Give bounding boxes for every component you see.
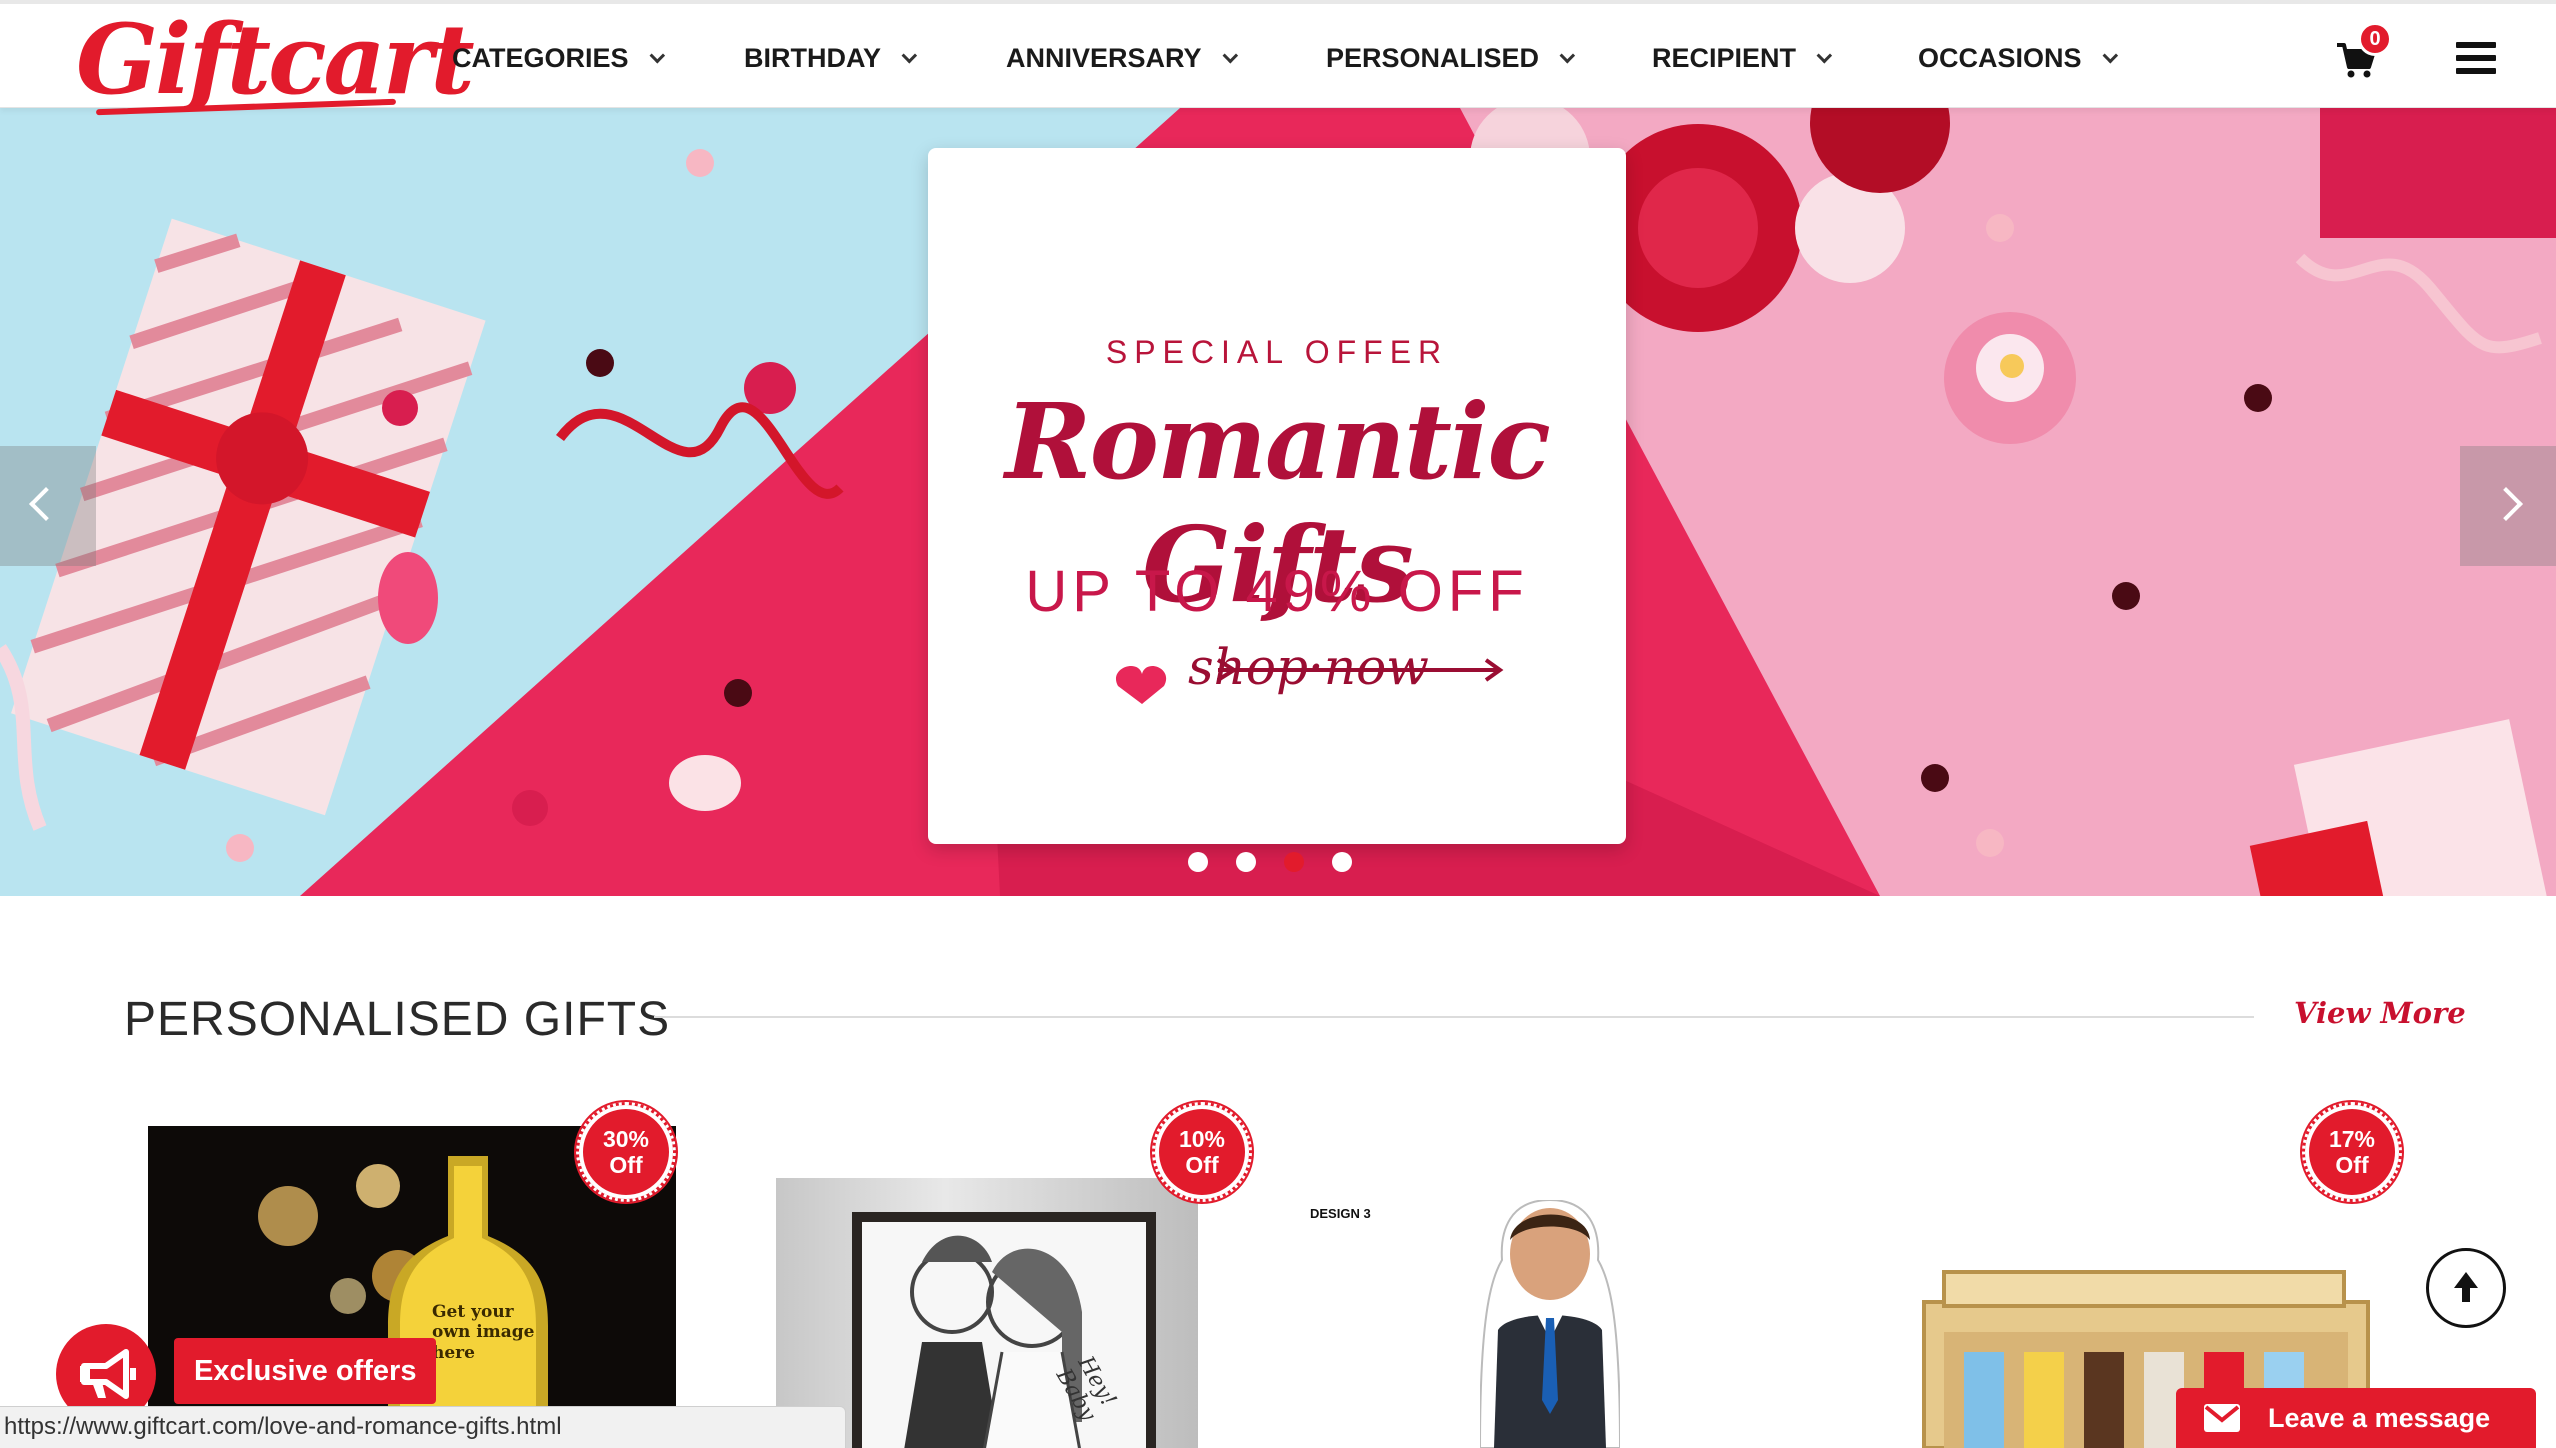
view-more-link[interactable]: View More	[2294, 996, 2466, 1030]
slider-pagination	[1188, 852, 1352, 872]
discount-badge: 30% Off	[574, 1100, 678, 1204]
leave-a-message-button[interactable]: Leave a message	[2176, 1388, 2536, 1448]
sketch-image: Hey! Baby	[862, 1222, 1146, 1448]
chevron-down-icon	[2102, 47, 2118, 63]
nav-label: OCCASIONS	[1918, 42, 2082, 73]
special-offer-card[interactable]: SPECIAL OFFER Romantic Gifts UP TO 49% O…	[928, 148, 1626, 844]
chevron-down-icon	[1559, 47, 1576, 63]
leave-a-message-label: Leave a message	[2268, 1403, 2491, 1433]
nav-anniversary[interactable]: ANNIVERSARY	[1006, 4, 1238, 112]
arrow-up-icon	[2454, 1272, 2478, 1302]
section-title: PERSONALISED GIFTS	[124, 993, 671, 1046]
browser-status-url: https://www.giftcart.com/love-and-romanc…	[0, 1406, 846, 1448]
nav-label: BIRTHDAY	[744, 42, 882, 73]
shop-now-link[interactable]: shop·now	[1108, 628, 1508, 708]
exclusive-offers-label[interactable]: Exclusive offers	[174, 1338, 437, 1404]
nav-recipient[interactable]: RECIPIENT	[1652, 4, 1833, 112]
shop-now-label: shop·now	[1188, 638, 1429, 696]
discount-percent: 30%	[602, 1125, 650, 1152]
discount-off-label: Off	[1185, 1152, 1219, 1178]
chevron-down-icon	[649, 47, 665, 63]
chevron-down-icon	[901, 47, 918, 63]
slider-next-button[interactable]	[2460, 446, 2556, 566]
nav-label: CATEGORIES	[452, 42, 629, 73]
envelope-icon	[2204, 1404, 2240, 1432]
slider-dot-2[interactable]	[1236, 852, 1256, 872]
photo-frame: Hey! Baby	[852, 1212, 1156, 1448]
nav-occasions[interactable]: OCCASIONS	[1918, 4, 2118, 112]
slider-dot-3[interactable]	[1284, 852, 1304, 872]
nav-birthday[interactable]: BIRTHDAY	[744, 4, 918, 112]
section-divider	[654, 1016, 2254, 1018]
chevron-down-icon	[1222, 47, 1238, 63]
design-label: DESIGN 3	[1310, 1206, 1371, 1221]
discount-off-label: Off	[609, 1152, 643, 1178]
chevron-left-icon	[29, 487, 63, 521]
nav-categories[interactable]: CATEGORIES	[452, 4, 665, 112]
nav-personalised[interactable]: PERSONALISED	[1326, 4, 1576, 112]
discount-percent: 10%	[1178, 1125, 1226, 1152]
nav-label: ANNIVERSARY	[1006, 42, 1202, 73]
giftcart-logo[interactable]: Giftcart	[76, 12, 475, 108]
product-image-caption: Get your own image here	[432, 1302, 535, 1363]
chevron-down-icon	[1816, 47, 1833, 63]
hamburger-menu-icon[interactable]	[2456, 42, 2496, 74]
cart-count-badge: 0	[2358, 22, 2392, 56]
discount-badge: 10% Off	[1150, 1100, 1254, 1204]
hero-banner[interactable]: SPECIAL OFFER Romantic Gifts UP TO 49% O…	[0, 108, 2556, 896]
nav-label: PERSONALISED	[1326, 42, 1540, 73]
slider-dot-1[interactable]	[1188, 852, 1208, 872]
caricature-standee	[1480, 1200, 1620, 1448]
slider-prev-button[interactable]	[0, 446, 96, 566]
chevron-right-icon	[2489, 487, 2523, 521]
discount-percent: 17%	[2328, 1125, 2376, 1152]
offer-kicker: SPECIAL OFFER	[1105, 334, 1449, 370]
product-card-3[interactable]: DESIGN 3	[1300, 1190, 1730, 1448]
site-header: Giftcart CATEGORIES BIRTHDAY ANNIVERSARY…	[0, 0, 2556, 116]
offer-discount: UP TO 49% OFF	[1025, 559, 1529, 624]
discount-badge: 17% Off	[2300, 1100, 2404, 1204]
slider-dot-4[interactable]	[1332, 852, 1352, 872]
scroll-to-top-button[interactable]	[2426, 1248, 2506, 1328]
nav-label: RECIPIENT	[1652, 42, 1797, 73]
discount-off-label: Off	[2335, 1152, 2369, 1178]
